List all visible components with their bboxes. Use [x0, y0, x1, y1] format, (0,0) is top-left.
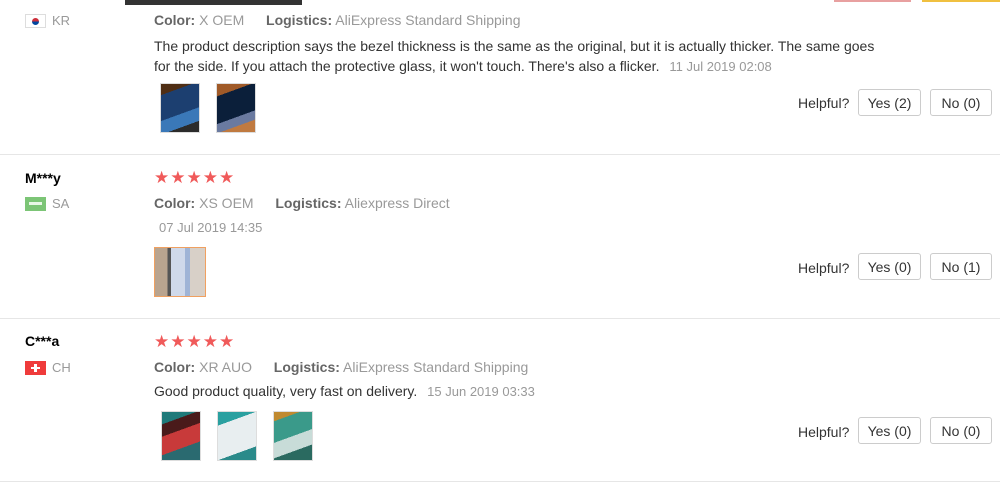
review-meta: Color: X OEM Logistics: AliExpress Stand…	[154, 12, 521, 28]
active-tab-indicator	[125, 0, 302, 5]
logistics-label: Logistics:	[266, 12, 333, 28]
helpful-yes-button[interactable]: Yes (0)	[858, 253, 921, 280]
review-photo-thumbnail[interactable]	[217, 411, 257, 461]
country-code: SA	[52, 196, 70, 211]
helpful-yes-button[interactable]: Yes (2)	[858, 89, 921, 116]
color-value: XR AUO	[199, 359, 253, 375]
review-photo-thumbnail[interactable]	[161, 411, 201, 461]
logistics-value: AliExpress Standard Shipping	[343, 359, 529, 375]
sa-flag-icon	[25, 196, 46, 211]
reviewer-name: C***a	[25, 333, 60, 349]
helpful-label: Helpful?	[798, 260, 850, 276]
helpful-label: Helpful?	[798, 424, 850, 440]
review-text: The product description says the bezel t…	[154, 36, 894, 77]
ch-flag-icon	[25, 360, 46, 375]
review-photos	[154, 247, 222, 297]
review-meta: Color: XS OEM Logistics: Aliexpress Dire…	[154, 195, 450, 211]
reviewer-name: M***y	[25, 170, 61, 186]
helpful-yes-button[interactable]: Yes (0)	[858, 417, 921, 444]
star-rating: ★★★★★	[154, 332, 236, 351]
review-photos	[161, 411, 329, 461]
review-date: 15 Jun 2019 03:33	[427, 384, 535, 399]
color-label: Color:	[154, 12, 196, 28]
review-meta: Color: XR AUO Logistics: AliExpress Stan…	[154, 359, 528, 375]
review-body: Good product quality, very fast on deliv…	[154, 383, 418, 399]
color-value: XS OEM	[199, 195, 254, 211]
helpful-no-button[interactable]: No (0)	[930, 89, 992, 116]
review-date: 11 Jul 2019 02:08	[669, 59, 772, 74]
color-label: Color:	[154, 195, 196, 211]
review-photo-thumbnail[interactable]	[216, 83, 256, 133]
logistics-label: Logistics:	[273, 359, 340, 375]
review-photo-thumbnail[interactable]	[154, 247, 206, 297]
kr-flag-icon	[25, 13, 46, 28]
review-photo-thumbnail[interactable]	[160, 83, 200, 133]
color-label: Color:	[154, 359, 196, 375]
review-text: Good product quality, very fast on deliv…	[154, 381, 894, 402]
helpful-no-button[interactable]: No (0)	[930, 417, 992, 444]
review-divider	[0, 481, 1000, 482]
review-date: 07 Jul 2019 14:35	[159, 220, 263, 235]
helpful-label: Helpful?	[798, 95, 850, 111]
country-code: KR	[52, 13, 71, 28]
review-divider	[0, 154, 1000, 155]
logistics-value: Aliexpress Direct	[344, 195, 450, 211]
color-value: X OEM	[199, 12, 245, 28]
top-button-yellow-edge[interactable]	[922, 0, 1000, 2]
star-rating: ★★★★★	[154, 168, 236, 187]
logistics-value: AliExpress Standard Shipping	[335, 12, 521, 28]
country-code: CH	[52, 360, 71, 375]
reviewer-country: SA	[25, 196, 69, 211]
review-divider	[0, 318, 1000, 319]
review-photo-thumbnail[interactable]	[273, 411, 313, 461]
top-button-red-edge[interactable]	[834, 0, 911, 2]
helpful-no-button[interactable]: No (1)	[930, 253, 992, 280]
logistics-label: Logistics:	[275, 195, 342, 211]
review-photos	[160, 83, 272, 133]
reviewer-country: CH	[25, 360, 71, 375]
reviewer-country: KR	[25, 13, 70, 28]
